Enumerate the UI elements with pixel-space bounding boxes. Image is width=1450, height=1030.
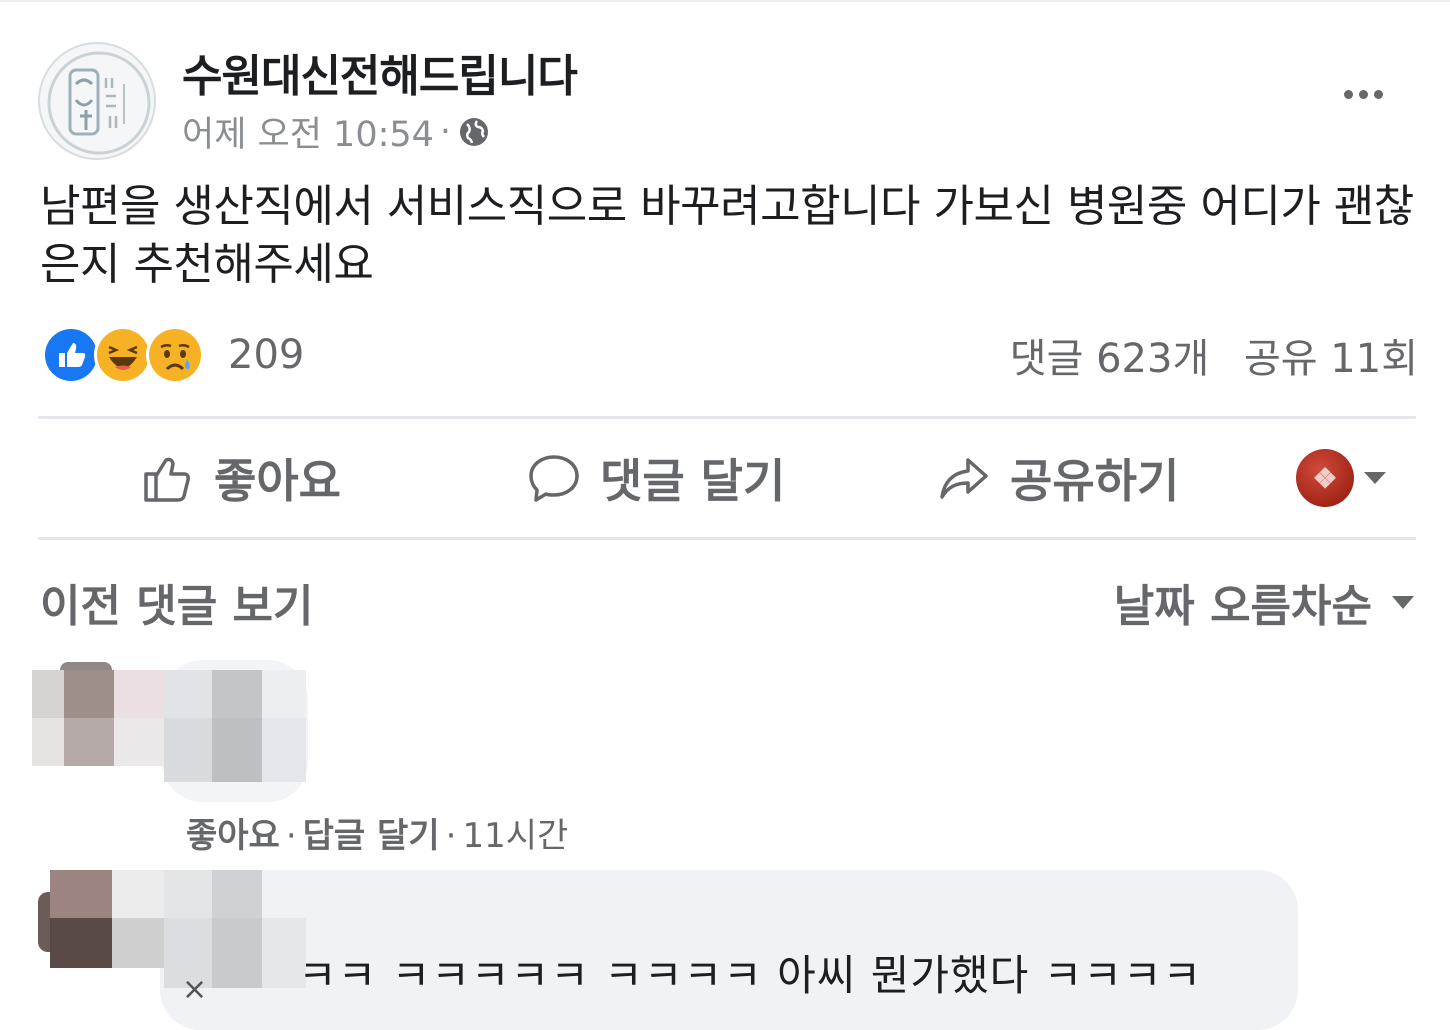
comment-sort-dropdown[interactable]: 날짜 오름차순 [1114,570,1414,634]
comment-reply-link[interactable]: 답글 달기 [303,816,440,856]
pixel-block [212,718,262,782]
pixel-block [262,718,306,782]
chevron-down-icon [1364,472,1386,484]
chevron-down-icon [1392,595,1414,609]
pixel-block [50,870,112,918]
pixel-block [112,918,164,968]
globe-icon[interactable] [457,115,491,149]
seal-icon: ❖ [1312,461,1338,495]
view-previous-comments-link[interactable]: 이전 댓글 보기 [40,570,314,634]
pixel-block [50,918,112,968]
pixel-block [164,718,212,782]
comment-actions: 좋아요 · 답글 달기 · 11시간 [186,808,568,857]
audience-selector[interactable]: ❖ [1296,446,1386,510]
pixel-block [112,870,164,918]
more-options-button[interactable] [1330,76,1396,112]
pixel-block [164,870,212,918]
comment-like-link[interactable]: 좋아요 [186,816,280,856]
pixel-block [64,670,114,718]
pixel-block [212,918,262,988]
pixel-block [64,718,114,766]
divider [38,416,1416,419]
facebook-post: 수원대신전해드립니다 어제 오전 10:54 · 남편을 생산직에서 서비스직으… [0,0,1450,1030]
speech-bubble-icon [529,455,579,502]
share-label: 공유하기 [1010,454,1180,508]
pixel-block [114,718,164,766]
sort-label: 날짜 오름차순 [1113,581,1372,632]
more-dot-icon [1358,89,1368,99]
post-timestamp[interactable]: 어제 오전 10:54 [182,106,434,157]
thumbs-up-icon [144,457,190,502]
pixel-block [212,870,262,918]
reaction-count[interactable]: 209 [228,332,304,378]
engagement-counts: 댓글 623개 공유 11회 [1010,326,1418,384]
like-label: 좋아요 [214,454,341,508]
comment-count[interactable]: 댓글 623개 [1010,336,1209,382]
share-button[interactable]: 공유하기 [936,442,1179,514]
page-logo-icon [47,51,151,155]
like-button[interactable]: 좋아요 [140,442,341,514]
separator: · [285,816,297,856]
share-arrow-icon [940,458,988,499]
separator: · [445,816,457,856]
page-name[interactable]: 수원대신전해드립니다 [182,40,578,104]
comment-timestamp[interactable]: 11시간 [462,816,568,856]
profile-avatar: ❖ [1296,449,1354,507]
more-dot-icon [1343,89,1353,99]
post-body-text: 남편을 생산직에서 서비스직으로 바꾸려고합니다 가보신 병원중 어디가 괜찮은… [40,181,1414,290]
more-dot-icon [1373,89,1383,99]
like-reaction-icon [42,326,100,384]
pixel-block [262,670,306,718]
page-avatar[interactable] [38,42,156,160]
reaction-summary[interactable]: 209 [42,324,304,386]
pixel-block [164,670,212,718]
post-meta: 어제 오전 10:54 · [182,106,491,157]
comment-button[interactable]: 댓글 달기 [526,442,785,514]
close-icon[interactable]: × [182,972,207,1007]
comment-text: ㅋㅋ ㅋㅋㅋㅋㅋ ㅋㅋㅋㅋ 아씨 뭔가했다 ㅋㅋㅋㅋ [298,951,1203,1000]
pixel-block [32,718,64,766]
haha-reaction-icon [94,326,152,384]
pixel-block [60,662,112,670]
meta-separator: · [439,111,452,152]
pixel-block [32,670,64,718]
divider [38,537,1416,540]
comment-label: 댓글 달기 [600,454,786,508]
pixel-block [212,670,262,718]
share-count[interactable]: 공유 11회 [1244,336,1418,382]
pixel-block [114,670,164,718]
sad-reaction-icon [146,326,204,384]
